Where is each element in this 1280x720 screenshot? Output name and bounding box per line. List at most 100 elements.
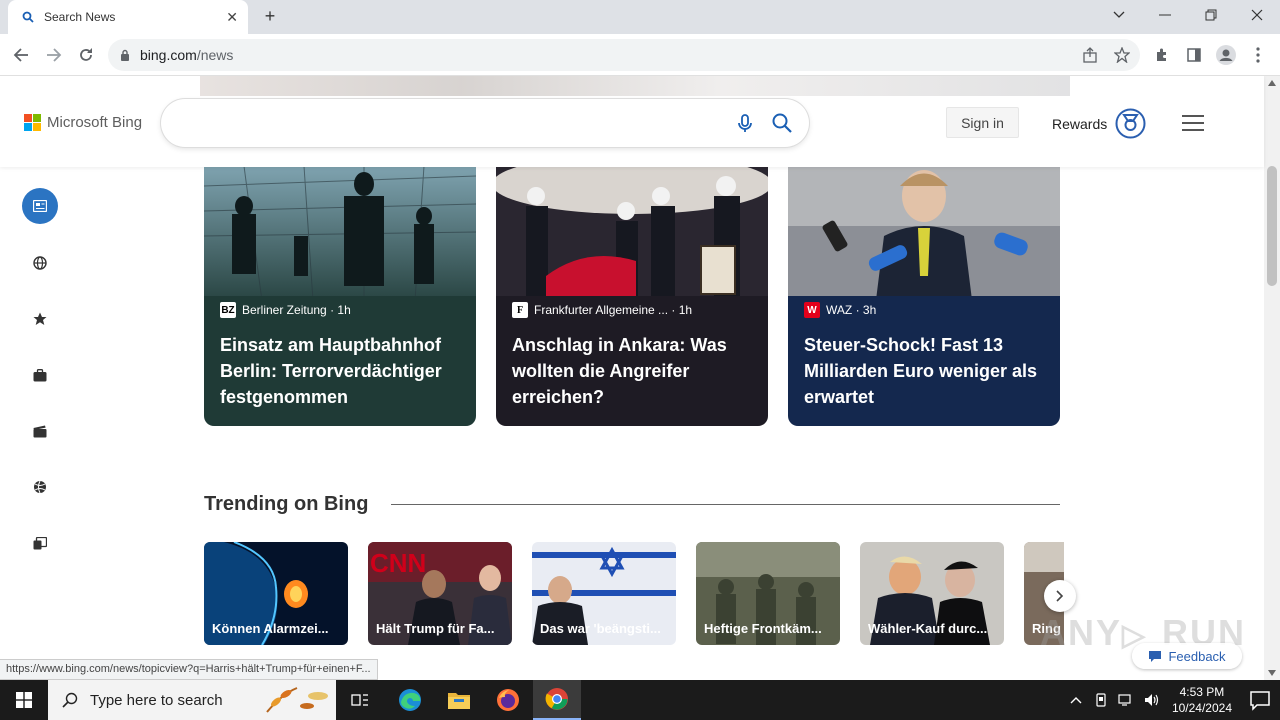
device-icon[interactable]: [1094, 693, 1108, 707]
extensions-icon[interactable]: [1152, 45, 1172, 65]
address-bar[interactable]: bing.com/news: [108, 39, 1140, 71]
news-card[interactable]: F Frankfurter Allgemeine ... · 1h Anschl…: [496, 166, 768, 426]
taskbar-firefox[interactable]: [484, 680, 532, 720]
news-card-image: [788, 166, 1060, 316]
taskbar-clock[interactable]: 4:53 PM 10/24/2024: [1172, 684, 1232, 716]
sidebar-item-sports[interactable]: [22, 469, 58, 505]
feedback-button[interactable]: Feedback: [1132, 643, 1242, 669]
scroll-up-icon[interactable]: [1268, 80, 1276, 86]
sidebar-item-favorites[interactable]: [22, 301, 58, 337]
windows-logo-icon: [16, 692, 32, 708]
close-tab-icon[interactable]: ✕: [226, 9, 238, 26]
restore-button[interactable]: [1188, 0, 1234, 30]
sidebar-item-business[interactable]: [22, 357, 58, 393]
source-age: · 1h: [330, 303, 351, 317]
microsoft-bing-logo[interactable]: Microsoft Bing: [24, 114, 142, 131]
bing-header: Microsoft Bing Sign in Rewards: [0, 76, 1264, 167]
trending-label: Heftige Frontkäm...: [704, 621, 822, 636]
trending-card[interactable]: Können Alarmzei...: [204, 542, 348, 645]
chevron-up-icon[interactable]: [1070, 696, 1082, 704]
search-box[interactable]: [161, 99, 809, 147]
minimize-button[interactable]: [1142, 0, 1188, 30]
scroll-down-icon[interactable]: [1268, 670, 1276, 676]
browser-tab[interactable]: Search News ✕: [8, 0, 248, 34]
url-text: bing.com/news: [140, 47, 234, 63]
globe-icon: [33, 256, 47, 270]
scrollbar-thumb[interactable]: [1267, 166, 1277, 286]
chrome-icon: [545, 688, 568, 710]
notifications-icon[interactable]: [1248, 688, 1272, 712]
tablet-icon: [33, 536, 47, 549]
taskbar-edge[interactable]: [386, 680, 434, 720]
network-icon[interactable]: [1118, 693, 1134, 707]
feedback-label: Feedback: [1168, 648, 1226, 664]
microphone-icon[interactable]: [735, 113, 755, 133]
forward-arrow-icon: [47, 48, 62, 62]
search-icon[interactable]: [771, 112, 793, 134]
clock-date: 10/24/2024: [1171, 701, 1232, 715]
trending-heading: Trending on Bing: [204, 493, 369, 515]
sidebar-item-entertainment[interactable]: [22, 413, 58, 449]
profile-avatar-icon[interactable]: [1216, 45, 1236, 65]
back-button[interactable]: [10, 44, 32, 66]
berliner-zeitung-logo-icon: BZ: [220, 302, 236, 318]
taskbar-file-explorer[interactable]: [435, 680, 483, 720]
source-name: WAZ: [826, 303, 853, 317]
edge-browser-icon: [399, 689, 421, 711]
trending-next-button[interactable]: [1044, 580, 1076, 612]
back-arrow-icon: [13, 48, 28, 62]
page-scrollbar[interactable]: [1264, 76, 1280, 680]
more-menu-icon[interactable]: [1248, 45, 1268, 65]
taskbar-search-placeholder: Type here to search: [90, 691, 223, 709]
search-icon: [62, 692, 78, 708]
browser-toolbar: bing.com/news: [0, 34, 1280, 76]
menu-hamburger-icon[interactable]: [1182, 115, 1204, 131]
status-bar-url: https://www.bing.com/news/topicview?q=Ha…: [0, 659, 378, 680]
trending-label: Das war 'beängsti...: [540, 621, 661, 636]
news-icon: [33, 200, 47, 212]
trending-label: Können Alarmzei...: [212, 621, 329, 636]
source-name: Berliner Zeitung: [242, 303, 327, 317]
start-button[interactable]: [0, 680, 48, 720]
search-icon: [22, 11, 34, 23]
source-age: · 1h: [671, 303, 693, 317]
bookmark-star-icon[interactable]: [1112, 45, 1132, 65]
trending-card[interactable]: Das war 'beängsti...: [532, 542, 676, 645]
trending-card[interactable]: Heftige Frontkäm...: [696, 542, 840, 645]
news-source: W WAZ · 3h: [804, 302, 876, 318]
new-tab-button[interactable]: +: [260, 6, 280, 26]
tab-search-icon[interactable]: [1096, 0, 1142, 30]
news-card-title[interactable]: Einsatz am Hauptbahnhof Berlin: Terrorve…: [220, 332, 460, 410]
rewards-label[interactable]: Rewards: [1052, 116, 1107, 132]
sidebar-item-more[interactable]: [22, 525, 58, 561]
chevron-right-icon: [1056, 590, 1064, 602]
side-panel-icon[interactable]: [1184, 45, 1204, 65]
taskbar-search-box[interactable]: Type here to search: [48, 680, 336, 720]
windows-taskbar: Type here to search 4:53 PM 10/24/2024: [0, 680, 1280, 720]
sign-in-button[interactable]: Sign in: [946, 107, 1019, 138]
news-card-title[interactable]: Anschlag in Ankara: Was wollten die Angr…: [512, 332, 752, 410]
folder-icon: [448, 693, 470, 709]
reload-button[interactable]: [75, 44, 97, 66]
share-icon[interactable]: [1080, 45, 1100, 65]
close-window-button[interactable]: [1234, 0, 1280, 30]
sidebar-item-world[interactable]: [22, 245, 58, 281]
rewards-medal-icon[interactable]: [1115, 108, 1146, 139]
news-card[interactable]: BZ Berliner Zeitung · 1h Einsatz am Haup…: [204, 166, 476, 426]
search-input[interactable]: [181, 111, 721, 135]
star-icon: [33, 312, 47, 325]
taskbar-chrome[interactable]: [533, 680, 581, 720]
bing-news-page: BZ Berliner Zeitung · 1h Einsatz am Haup…: [0, 76, 1280, 680]
news-card-title[interactable]: Steuer-Schock! Fast 13 Milliarden Euro w…: [804, 332, 1044, 410]
trending-divider: [391, 504, 1060, 505]
forward-button[interactable]: [43, 44, 65, 66]
browser-tabbar: Search News ✕ +: [0, 0, 1280, 34]
sidebar-item-news[interactable]: [22, 188, 58, 224]
volume-icon[interactable]: [1144, 693, 1160, 707]
news-card-image: [204, 166, 476, 316]
task-view-button[interactable]: [336, 680, 384, 720]
trending-card[interactable]: Wähler-Kauf durc...: [860, 542, 1004, 645]
news-card[interactable]: W WAZ · 3h Steuer-Schock! Fast 13 Millia…: [788, 166, 1060, 426]
trending-card[interactable]: CNN Hält Trump für Fa...: [368, 542, 512, 645]
faz-logo-icon: F: [512, 302, 528, 318]
